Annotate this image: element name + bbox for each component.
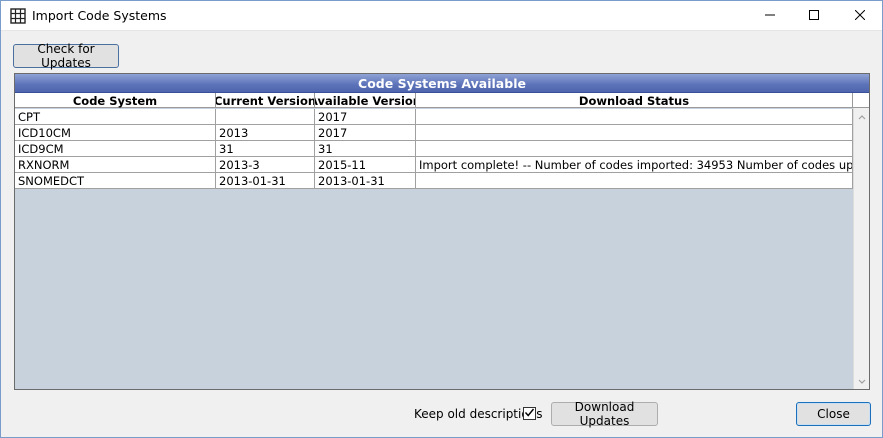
title-bar: Import Code Systems bbox=[1, 1, 882, 31]
maximize-button[interactable] bbox=[791, 1, 837, 31]
window-title: Import Code Systems bbox=[32, 8, 167, 23]
close-button[interactable]: Close bbox=[796, 402, 871, 426]
cell-download-status[interactable] bbox=[416, 109, 853, 124]
cell-current-version[interactable]: 2013 bbox=[216, 125, 315, 140]
code-systems-grid: Code Systems Available Code System Curre… bbox=[14, 73, 870, 390]
cell-download-status[interactable] bbox=[416, 141, 853, 156]
cell-download-status[interactable] bbox=[416, 125, 853, 140]
column-header-current-version[interactable]: Current Version bbox=[216, 93, 315, 108]
grid-header-row: Code System Current Version Available Ve… bbox=[15, 93, 869, 108]
table-row[interactable]: SNOMEDCT 2013-01-31 2013-01-31 bbox=[15, 173, 853, 189]
close-window-button[interactable] bbox=[837, 1, 883, 31]
grid-icon bbox=[10, 8, 26, 24]
scroll-up-button[interactable] bbox=[854, 108, 869, 124]
cell-code-system[interactable]: CPT bbox=[15, 109, 216, 124]
cell-code-system[interactable]: ICD9CM bbox=[15, 141, 216, 156]
cell-code-system[interactable]: ICD10CM bbox=[15, 125, 216, 140]
minimize-button[interactable] bbox=[747, 1, 793, 31]
table-row[interactable]: ICD10CM 2013 2017 bbox=[15, 125, 853, 141]
keep-old-descriptions-checkbox[interactable] bbox=[523, 407, 536, 420]
cell-download-status[interactable]: Import complete! -- Number of codes impo… bbox=[416, 157, 853, 172]
table-row[interactable]: CPT 2017 bbox=[15, 109, 853, 125]
cell-current-version[interactable]: 2013-01-31 bbox=[216, 173, 315, 188]
import-code-systems-window: Import Code Systems Check for Updates Co… bbox=[0, 0, 883, 438]
maximize-icon bbox=[809, 9, 819, 23]
cell-download-status[interactable] bbox=[416, 173, 853, 188]
table-row[interactable]: RXNORM 2013-3 2015-11 Import complete! -… bbox=[15, 157, 853, 173]
cell-available-version[interactable]: 2013-01-31 bbox=[315, 173, 416, 188]
cell-code-system[interactable]: SNOMEDCT bbox=[15, 173, 216, 188]
check-for-updates-button[interactable]: Check for Updates bbox=[13, 42, 119, 70]
cell-code-system[interactable]: RXNORM bbox=[15, 157, 216, 172]
chevron-up-icon bbox=[858, 109, 866, 123]
vertical-scrollbar[interactable] bbox=[853, 108, 869, 389]
cell-current-version[interactable] bbox=[216, 109, 315, 124]
cell-available-version[interactable]: 2017 bbox=[315, 109, 416, 124]
cell-available-version[interactable]: 2017 bbox=[315, 125, 416, 140]
chevron-down-icon bbox=[858, 374, 866, 388]
scroll-down-button[interactable] bbox=[854, 373, 869, 389]
table-row[interactable]: ICD9CM 31 31 bbox=[15, 141, 853, 157]
close-icon bbox=[854, 9, 866, 23]
minimize-icon bbox=[765, 9, 775, 23]
cell-current-version[interactable]: 2013-3 bbox=[216, 157, 315, 172]
grid-title: Code Systems Available bbox=[15, 74, 869, 93]
column-header-code-system[interactable]: Code System bbox=[15, 93, 216, 108]
download-updates-button[interactable]: Download Updates bbox=[551, 400, 658, 428]
column-header-available-version[interactable]: Available Version bbox=[315, 93, 416, 108]
column-header-download-status[interactable]: Download Status bbox=[416, 93, 853, 108]
cell-available-version[interactable]: 2015-11 bbox=[315, 157, 416, 172]
cell-current-version[interactable]: 31 bbox=[216, 141, 315, 156]
checkmark-icon bbox=[524, 407, 535, 421]
cell-available-version[interactable]: 31 bbox=[315, 141, 416, 156]
